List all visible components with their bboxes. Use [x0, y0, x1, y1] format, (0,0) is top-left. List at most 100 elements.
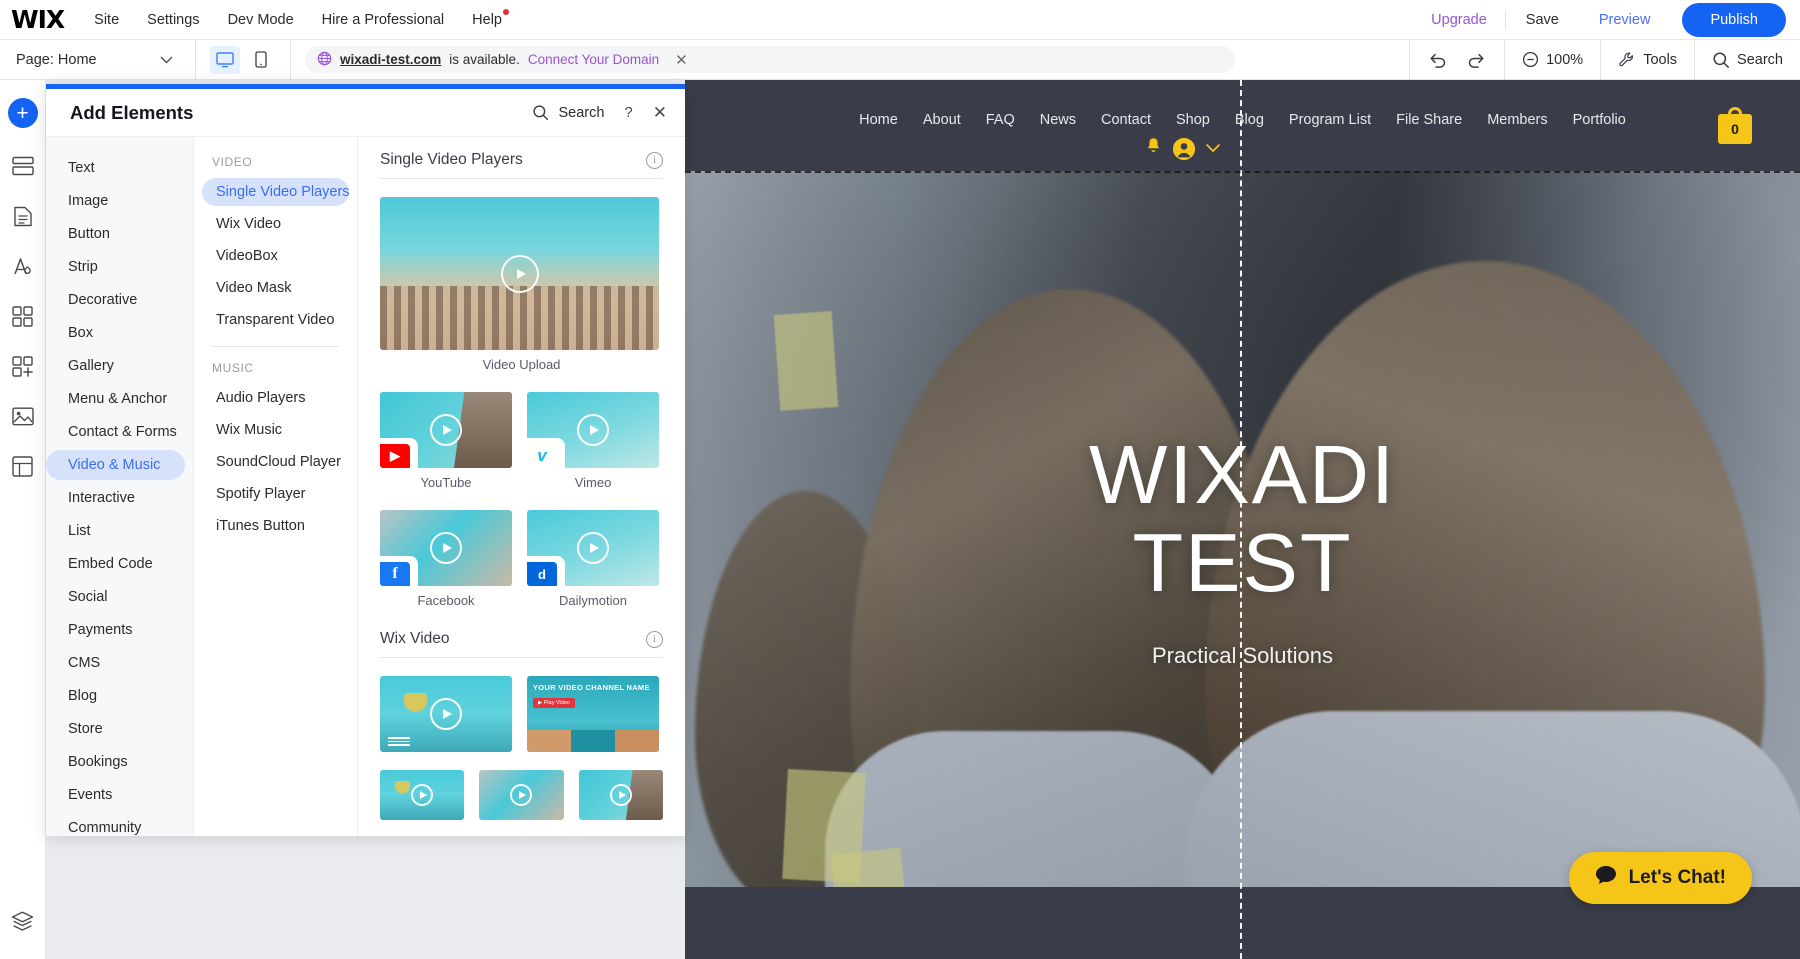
category-social[interactable]: Social	[46, 582, 185, 612]
nav-faq[interactable]: FAQ	[986, 112, 1015, 128]
menu-dev-mode[interactable]: Dev Mode	[228, 12, 294, 28]
redo-icon[interactable]	[1466, 51, 1486, 69]
chat-bubble-icon	[1595, 865, 1617, 891]
mobile-view-button[interactable]	[246, 46, 276, 74]
category-interactive[interactable]: Interactive	[46, 483, 185, 513]
hero-subtitle[interactable]: Practical Solutions	[685, 643, 1800, 669]
item-video-thumb-a[interactable]	[380, 770, 464, 820]
menu-hire-a-professional[interactable]: Hire a Professional	[322, 12, 445, 28]
category-store[interactable]: Store	[46, 714, 185, 744]
item-youtube[interactable]: ▶ YouTube	[380, 392, 512, 490]
close-icon[interactable]: ✕	[653, 103, 667, 123]
category-list[interactable]: List	[46, 516, 185, 546]
subitem-spotify-player[interactable]: Spotify Player	[202, 480, 349, 508]
subitem-video-mask[interactable]: Video Mask	[202, 274, 349, 302]
category-blog[interactable]: Blog	[46, 681, 185, 711]
category-events[interactable]: Events	[46, 780, 185, 810]
zoom-control[interactable]: 100%	[1504, 40, 1600, 80]
menu-site[interactable]: Site	[94, 12, 119, 28]
category-embed-code[interactable]: Embed Code	[46, 549, 185, 579]
hero-title[interactable]: WIXADI TEST	[685, 431, 1800, 607]
domain-name[interactable]: wixadi-test.com	[340, 52, 441, 67]
domain-banner[interactable]: wixadi-test.com is available. Connect Yo…	[305, 46, 1235, 73]
item-dailymotion[interactable]: d Dailymotion	[527, 510, 659, 608]
rail-media-icon[interactable]	[7, 400, 39, 432]
item-facebook[interactable]: f Facebook	[380, 510, 512, 608]
category-strip[interactable]: Strip	[46, 252, 185, 282]
nav-program-list[interactable]: Program List	[1289, 112, 1371, 128]
help-icon[interactable]: ?	[624, 104, 632, 121]
category-button[interactable]: Button	[46, 219, 185, 249]
subitem-wix-video[interactable]: Wix Video	[202, 210, 349, 238]
category-text[interactable]: Text	[46, 153, 185, 183]
cart-bag: 0	[1718, 114, 1752, 144]
rail-layers-icon[interactable]	[7, 905, 39, 937]
menu-settings[interactable]: Settings	[147, 12, 199, 28]
page-selector[interactable]: Page: Home	[0, 40, 196, 80]
connect-your-domain-link[interactable]: Connect Your Domain	[528, 52, 659, 67]
category-decorative[interactable]: Decorative	[46, 285, 185, 315]
category-cms[interactable]: CMS	[46, 648, 185, 678]
add-elements-rail-button[interactable]: +	[8, 98, 38, 128]
rail-add-apps-icon[interactable]	[7, 350, 39, 382]
nav-members[interactable]: Members	[1487, 112, 1547, 128]
rail-theme-icon[interactable]	[7, 250, 39, 282]
subitem-audio-players[interactable]: Audio Players	[202, 384, 349, 412]
item-vimeo[interactable]: v Vimeo	[527, 392, 659, 490]
item-label: Video Upload	[380, 357, 663, 372]
subitem-wix-music[interactable]: Wix Music	[202, 416, 349, 444]
nav-about[interactable]: About	[923, 112, 961, 128]
category-box[interactable]: Box	[46, 318, 185, 348]
panel-search-button[interactable]: Search	[532, 104, 604, 121]
nav-news[interactable]: News	[1040, 112, 1076, 128]
category-video-music[interactable]: Video & Music	[46, 450, 185, 480]
desktop-view-button[interactable]	[210, 46, 240, 74]
hero-section[interactable]: WIXADI TEST Practical Solutions	[685, 171, 1800, 887]
chevron-down-icon[interactable]	[1206, 141, 1220, 156]
close-icon[interactable]: ✕	[675, 51, 688, 69]
subitem-itunes-button[interactable]: iTunes Button	[202, 512, 349, 540]
wix-logo[interactable]: WIX	[11, 5, 64, 34]
chat-widget-button[interactable]: Let's Chat!	[1569, 852, 1752, 904]
subitem-soundcloud-player[interactable]: SoundCloud Player	[202, 448, 349, 476]
nav-shop[interactable]: Shop	[1176, 112, 1210, 128]
rail-pages-icon[interactable]	[7, 200, 39, 232]
category-menu-anchor[interactable]: Menu & Anchor	[46, 384, 185, 414]
featured-item-video-upload[interactable]: Video Upload	[380, 197, 663, 372]
rail-sections-icon[interactable]	[7, 150, 39, 182]
category-gallery[interactable]: Gallery	[46, 351, 185, 381]
category-contact-forms[interactable]: Contact & Forms	[46, 417, 185, 447]
play-icon	[610, 784, 632, 806]
publish-button[interactable]: Publish	[1682, 3, 1786, 37]
tools-label: Tools	[1643, 52, 1677, 68]
avatar[interactable]	[1173, 138, 1195, 160]
upgrade-button[interactable]: Upgrade	[1413, 12, 1505, 28]
info-icon[interactable]: i	[646, 152, 663, 169]
bell-icon[interactable]	[1145, 137, 1162, 160]
search-button[interactable]: Search	[1694, 40, 1800, 80]
nav-contact[interactable]: Contact	[1101, 112, 1151, 128]
cart-button[interactable]: 0	[1718, 107, 1755, 144]
tools-button[interactable]: Tools	[1600, 40, 1694, 80]
subitem-videobox[interactable]: VideoBox	[202, 242, 349, 270]
preview-button[interactable]: Preview	[1579, 12, 1671, 28]
rail-blocks-icon[interactable]	[7, 450, 39, 482]
undo-icon[interactable]	[1428, 51, 1448, 69]
nav-home[interactable]: Home	[859, 112, 898, 128]
item-video-thumb-c[interactable]	[579, 770, 663, 820]
info-icon[interactable]: i	[646, 631, 663, 648]
category-community[interactable]: Community	[46, 813, 185, 836]
nav-portfolio[interactable]: Portfolio	[1573, 112, 1626, 128]
rail-apps-icon[interactable]	[7, 300, 39, 332]
item-wix-video-channel[interactable]: YOUR VIDEO CHANNEL NAME ▶ Play Video	[527, 676, 659, 752]
item-video-thumb-b[interactable]	[479, 770, 563, 820]
category-bookings[interactable]: Bookings	[46, 747, 185, 777]
subitem-transparent-video[interactable]: Transparent Video	[202, 306, 349, 334]
nav-file-share[interactable]: File Share	[1396, 112, 1462, 128]
category-image[interactable]: Image	[46, 186, 185, 216]
subitem-single-video-players[interactable]: Single Video Players	[202, 178, 349, 206]
save-button[interactable]: Save	[1506, 12, 1579, 28]
item-wix-video-player[interactable]	[380, 676, 512, 752]
menu-help[interactable]: Help	[472, 12, 502, 28]
category-payments[interactable]: Payments	[46, 615, 185, 645]
